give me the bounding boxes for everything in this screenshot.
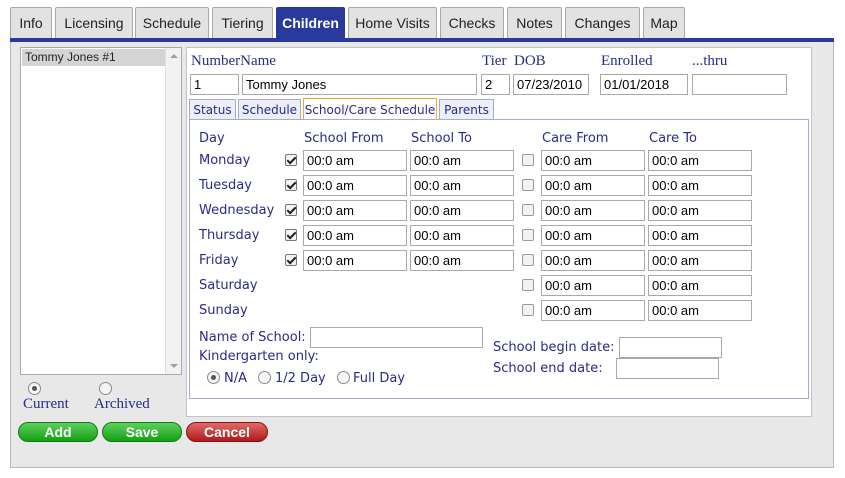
tab-home-visits[interactable]: Home Visits xyxy=(348,7,437,38)
care-checkbox[interactable] xyxy=(522,154,534,166)
care-checkbox[interactable] xyxy=(522,304,534,316)
day-label: Sunday xyxy=(199,303,248,318)
archived-label: Archived xyxy=(94,396,150,412)
care-from-field[interactable] xyxy=(541,225,645,246)
add-button[interactable]: Add xyxy=(18,422,98,442)
tab-map[interactable]: Map xyxy=(643,7,685,38)
care-from-field[interactable] xyxy=(541,275,645,296)
care-from-field[interactable] xyxy=(541,150,645,171)
subtab-status[interactable]: Status xyxy=(189,99,236,119)
care-to-field[interactable] xyxy=(648,200,752,221)
day-label: Wednesday xyxy=(199,203,275,218)
number-name-label: NumberName xyxy=(191,53,276,69)
care-from-field[interactable] xyxy=(541,300,645,321)
day-label: Friday xyxy=(199,253,239,268)
school-to-field[interactable] xyxy=(410,250,514,271)
tab-licensing[interactable]: Licensing xyxy=(55,7,133,38)
care-from-field[interactable] xyxy=(541,250,645,271)
tab-notes[interactable]: Notes xyxy=(507,7,562,38)
school-checkbox[interactable] xyxy=(285,254,297,266)
col-care-from: Care From xyxy=(542,131,609,146)
school-from-field[interactable] xyxy=(303,250,407,271)
thru-label: ...thru xyxy=(692,53,728,69)
scroll-down-arrow-icon[interactable] xyxy=(170,364,178,368)
tab-changes[interactable]: Changes xyxy=(565,7,640,38)
archived-radio[interactable] xyxy=(99,382,112,395)
cancel-button[interactable]: Cancel xyxy=(186,422,268,442)
school-from-field[interactable] xyxy=(303,225,407,246)
day-label: Monday xyxy=(199,153,251,168)
school-name-label: Name of School: xyxy=(199,330,306,345)
care-from-field[interactable] xyxy=(541,200,645,221)
subtab-school-care-schedule[interactable]: School/Care Schedule xyxy=(303,98,437,120)
child-listbox[interactable]: Tommy Jones #1 xyxy=(20,47,182,375)
day-label: Tuesday xyxy=(199,178,252,193)
school-end-date-label: School end date: xyxy=(493,361,603,376)
school-checkbox[interactable] xyxy=(285,179,297,191)
care-checkbox[interactable] xyxy=(522,204,534,216)
tier-field[interactable] xyxy=(481,74,510,95)
day-label: Saturday xyxy=(199,278,258,293)
kindergarten-label: Kindergarten only: xyxy=(199,349,319,364)
school-end-date-field[interactable] xyxy=(616,358,719,379)
care-to-field[interactable] xyxy=(648,175,752,196)
tab-children[interactable]: Children xyxy=(276,7,345,38)
thru-field[interactable] xyxy=(692,74,787,95)
tab-schedule[interactable]: Schedule xyxy=(135,7,209,38)
name-field[interactable] xyxy=(242,74,477,95)
dob-field[interactable] xyxy=(513,74,589,95)
tab-tiering[interactable]: Tiering xyxy=(212,7,273,38)
school-name-field[interactable] xyxy=(310,327,483,348)
listbox-scrollbar[interactable] xyxy=(165,48,181,374)
school-to-field[interactable] xyxy=(410,225,514,246)
kindergarten-na-radio[interactable] xyxy=(207,371,220,384)
kindergarten-half-day-radio[interactable] xyxy=(258,371,271,384)
school-to-field[interactable] xyxy=(410,150,514,171)
current-radio[interactable] xyxy=(28,382,41,395)
subtab-parents[interactable]: Parents xyxy=(439,99,494,119)
kindergarten-option-label: Full Day xyxy=(353,371,406,386)
school-to-field[interactable] xyxy=(410,200,514,221)
kindergarten-full-day-radio[interactable] xyxy=(337,371,350,384)
col-school-to: School To xyxy=(411,131,472,146)
enrolled-label: Enrolled xyxy=(601,53,653,69)
school-checkbox[interactable] xyxy=(285,229,297,241)
care-to-field[interactable] xyxy=(648,300,752,321)
tab-info[interactable]: Info xyxy=(10,7,52,38)
current-label: Current xyxy=(23,396,69,412)
school-from-field[interactable] xyxy=(303,175,407,196)
number-field[interactable] xyxy=(190,74,239,95)
dob-label: DOB xyxy=(514,53,546,69)
school-from-field[interactable] xyxy=(303,200,407,221)
child-list-item[interactable]: Tommy Jones #1 xyxy=(22,49,166,66)
care-checkbox[interactable] xyxy=(522,229,534,241)
care-to-field[interactable] xyxy=(648,250,752,271)
save-button[interactable]: Save xyxy=(102,422,182,442)
enrolled-field[interactable] xyxy=(600,74,688,95)
col-school-from: School From xyxy=(304,131,384,146)
tab-checks[interactable]: Checks xyxy=(440,7,504,38)
subtab-schedule[interactable]: Schedule xyxy=(238,99,301,119)
school-checkbox[interactable] xyxy=(285,154,297,166)
care-checkbox[interactable] xyxy=(522,179,534,191)
col-day: Day xyxy=(199,131,225,146)
care-to-field[interactable] xyxy=(648,225,752,246)
school-from-field[interactable] xyxy=(303,150,407,171)
school-checkbox[interactable] xyxy=(285,204,297,216)
tier-label: Tier xyxy=(482,53,507,69)
school-begin-date-label: School begin date: xyxy=(493,340,615,355)
kindergarten-option-label: N/A xyxy=(224,371,247,386)
kindergarten-option-label: 1/2 Day xyxy=(275,371,326,386)
care-from-field[interactable] xyxy=(541,175,645,196)
school-begin-date-field[interactable] xyxy=(619,337,722,358)
care-to-field[interactable] xyxy=(648,150,752,171)
care-checkbox[interactable] xyxy=(522,254,534,266)
school-to-field[interactable] xyxy=(410,175,514,196)
scroll-up-arrow-icon[interactable] xyxy=(170,54,178,58)
day-label: Thursday xyxy=(199,228,260,243)
care-to-field[interactable] xyxy=(648,275,752,296)
care-checkbox[interactable] xyxy=(522,279,534,291)
col-care-to: Care To xyxy=(649,131,697,146)
